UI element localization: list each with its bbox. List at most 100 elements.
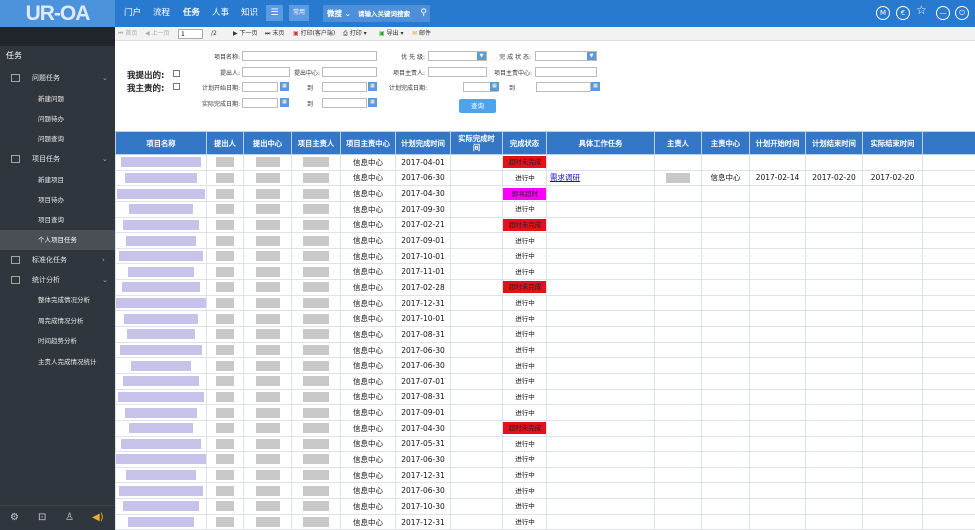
- cell-project-name[interactable]: [115, 169, 207, 187]
- table-row[interactable]: 信息中心 2017-02-28 超时未完成: [115, 279, 975, 296]
- table-row[interactable]: 信息中心 2017-06-30 进行中: [115, 451, 975, 468]
- cell-project-name[interactable]: [115, 435, 207, 453]
- owner-center-input[interactable]: [535, 67, 597, 77]
- submitter-input[interactable]: [242, 67, 290, 77]
- table-row[interactable]: 信息中心 2017-06-30 进行中: [115, 341, 975, 359]
- star-icon[interactable]: ☆: [916, 3, 927, 17]
- next-page-button[interactable]: ▶ 下一页: [233, 27, 258, 41]
- common-button[interactable]: 常用: [289, 5, 309, 21]
- cell-project-name[interactable]: [115, 263, 207, 281]
- calendar-icon[interactable]: ▦: [368, 98, 377, 107]
- cell-project-name[interactable]: [115, 482, 207, 500]
- sidebar-item-personal-project-task[interactable]: 个人项目任务: [0, 230, 115, 250]
- cell-project-name[interactable]: [115, 466, 207, 484]
- sidebar-item-new-issue[interactable]: 新建问题: [0, 89, 115, 109]
- print-button[interactable]: ⎙ 打印 ▾: [343, 27, 367, 41]
- cell-task[interactable]: 需求调研: [546, 169, 655, 187]
- col-header[interactable]: 主责中心: [701, 131, 750, 155]
- print-client-button[interactable]: ▣ 打印(客户端): [293, 27, 335, 41]
- cell-project-name[interactable]: [115, 419, 207, 437]
- cell-project-name[interactable]: [115, 498, 207, 515]
- query-button[interactable]: 查询: [459, 99, 496, 113]
- list-icon[interactable]: ☰: [266, 5, 283, 21]
- cell-project-name[interactable]: [115, 247, 207, 265]
- calendar-icon[interactable]: ▦: [280, 82, 289, 91]
- submit-center-input[interactable]: [322, 67, 377, 77]
- table-row[interactable]: 信息中心 2017-06-30 进行中: [115, 357, 975, 374]
- calendar-icon[interactable]: ▦: [368, 82, 377, 91]
- cell-project-name[interactable]: [115, 451, 207, 468]
- prev-page-button[interactable]: ◀ 上一页: [145, 27, 170, 41]
- power-icon[interactable]: ⏻: [955, 6, 969, 20]
- cell-project-name[interactable]: [115, 200, 207, 218]
- table-row[interactable]: 信息中心 2017-09-30 进行中: [115, 200, 975, 218]
- sidebar-item-trend-analysis[interactable]: 时间趋势分析: [0, 331, 115, 351]
- cell-project-name[interactable]: [115, 185, 207, 202]
- cell-project-name[interactable]: [115, 372, 207, 390]
- table-row[interactable]: 信息中心 2017-09-01 进行中: [115, 232, 975, 249]
- nav-task[interactable]: 任务: [183, 0, 200, 27]
- sidebar-item-weekly-analysis[interactable]: 周完成情况分析: [0, 311, 115, 331]
- sidebar-group-statistics[interactable]: 统计分析 ⌄: [0, 270, 115, 290]
- col-header[interactable]: 项目主责人: [291, 131, 341, 155]
- nav-process[interactable]: 流程: [153, 0, 170, 27]
- table-row[interactable]: 信息中心 2017-04-30 超时未完成: [115, 419, 975, 437]
- mail-button[interactable]: ✉ 邮件: [412, 27, 431, 41]
- table-row[interactable]: 信息中心 2017-04-01 超时未完成: [115, 154, 975, 171]
- table-row[interactable]: 信息中心 2017-10-01 进行中: [115, 247, 975, 265]
- mine-submitted-checkbox[interactable]: [173, 70, 180, 77]
- plan-finish-to-input[interactable]: [536, 82, 591, 92]
- export-button[interactable]: ▣ 导出 ▾: [379, 27, 404, 41]
- page-number-input[interactable]: [178, 29, 203, 39]
- actual-finish-from-input[interactable]: [242, 98, 278, 108]
- plan-start-to-input[interactable]: [322, 82, 367, 92]
- col-header[interactable]: 提出人: [206, 131, 244, 155]
- cell-project-name[interactable]: [115, 341, 207, 359]
- table-row[interactable]: 信息中心 2017-09-01 进行中: [115, 404, 975, 421]
- cell-project-name[interactable]: [115, 310, 207, 328]
- project-name-input[interactable]: [242, 51, 377, 61]
- sidebar-group-project-task[interactable]: 项目任务 ⌄: [0, 149, 115, 169]
- mine-responsible-checkbox[interactable]: [173, 83, 180, 90]
- sidebar-item-project-query[interactable]: 项目查询: [0, 210, 115, 230]
- sidebar-item-owner-stats[interactable]: 主责人完成情况统计: [0, 352, 115, 372]
- search-type-select[interactable]: 微搜 ⌄: [327, 5, 351, 22]
- table-row[interactable]: 信息中心 2017-06-30 进行中 需求调研 信息中心 2017-02-14 2017-…: [115, 169, 975, 187]
- plan-start-from-input[interactable]: [242, 82, 278, 92]
- calendar-icon[interactable]: ▦: [490, 82, 499, 91]
- col-header[interactable]: 计划开始时间: [749, 131, 806, 155]
- speaker-icon[interactable]: ◀): [92, 512, 104, 523]
- col-header[interactable]: 实际结束时间: [862, 131, 923, 155]
- table-row[interactable]: 信息中心 2017-08-31 进行中: [115, 388, 975, 406]
- cell-project-name[interactable]: [115, 513, 207, 530]
- cell-project-name[interactable]: [115, 154, 207, 171]
- cell-project-name[interactable]: [115, 279, 207, 296]
- col-header[interactable]: 计划完成时间: [395, 131, 451, 155]
- col-header[interactable]: 项目名称: [115, 131, 207, 155]
- table-row[interactable]: 信息中心 2017-12-31 进行中: [115, 513, 975, 530]
- table-row[interactable]: 信息中心 2017-10-01 进行中: [115, 310, 975, 328]
- cell-project-name[interactable]: [115, 388, 207, 406]
- cell-project-name[interactable]: [115, 232, 207, 249]
- cell-project-name[interactable]: [115, 357, 207, 374]
- nav-knowledge[interactable]: 知识: [241, 0, 258, 27]
- calendar-icon[interactable]: ▦: [591, 82, 600, 91]
- nav-portal[interactable]: 门户: [124, 0, 141, 27]
- table-row[interactable]: 信息中心 2017-04-30 即将超时: [115, 185, 975, 202]
- search-icon[interactable]: ⚲: [420, 5, 427, 22]
- calendar-icon[interactable]: ▦: [280, 98, 289, 107]
- table-row[interactable]: 信息中心 2017-07-01 进行中: [115, 372, 975, 390]
- sidebar-item-new-project[interactable]: 新建项目: [0, 170, 115, 190]
- table-row[interactable]: 信息中心 2017-12-31 进行中: [115, 294, 975, 312]
- first-page-button[interactable]: ⏮ 首页: [118, 27, 137, 41]
- sidebar-item-issue-query[interactable]: 问题查询: [0, 129, 115, 149]
- col-header[interactable]: 计划结束时间: [805, 131, 863, 155]
- table-row[interactable]: 信息中心 2017-02-21 超时未完成: [115, 216, 975, 234]
- minus-circle-icon[interactable]: —: [936, 6, 950, 20]
- cell-project-name[interactable]: [115, 216, 207, 234]
- col-header[interactable]: 完成状态: [502, 131, 547, 155]
- table-row[interactable]: 信息中心 2017-05-31 进行中: [115, 435, 975, 453]
- col-header[interactable]: 主责人: [654, 131, 702, 155]
- project-owner-input[interactable]: [428, 67, 487, 77]
- actual-finish-to-input[interactable]: [322, 98, 367, 108]
